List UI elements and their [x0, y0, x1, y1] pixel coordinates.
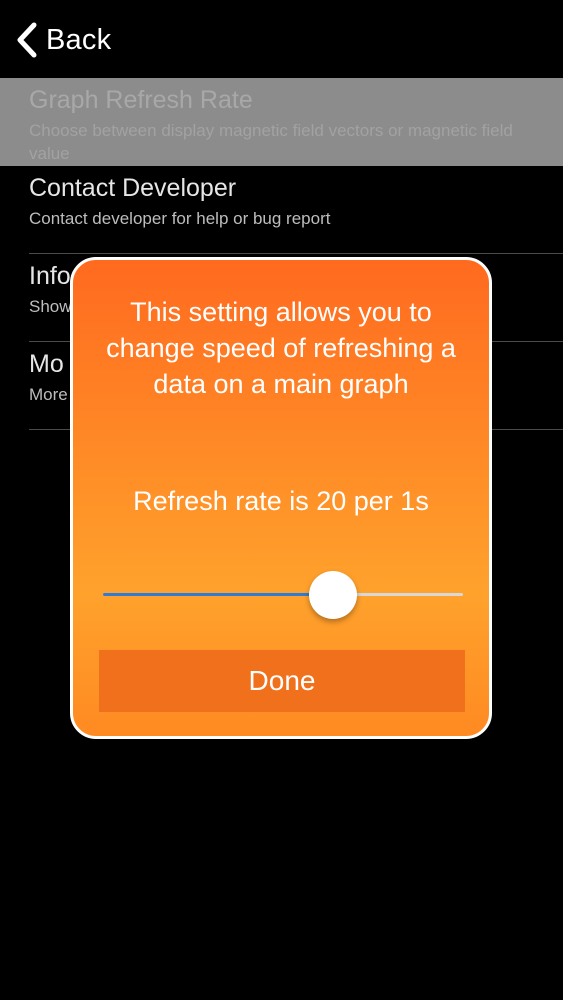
refresh-rate-dialog: This setting allows you to change speed … — [70, 257, 492, 739]
chevron-left-icon — [17, 22, 37, 58]
slider-fill — [103, 593, 333, 596]
settings-item-title: Graph Refresh Rate — [29, 86, 253, 114]
back-label: Back — [46, 23, 112, 56]
done-button[interactable]: Done — [99, 650, 465, 712]
settings-item-title: Contact Developer — [29, 174, 237, 202]
settings-item-subtitle: Choose between display magnetic field ve… — [29, 121, 513, 163]
navigation-bar: Back — [0, 0, 563, 78]
settings-item-title: Mo — [29, 350, 64, 378]
refresh-rate-slider[interactable] — [103, 565, 463, 625]
settings-item-subtitle: Contact developer for help or bug report — [29, 209, 331, 228]
dialog-message: This setting allows you to change speed … — [106, 297, 456, 399]
settings-item-title: Info — [29, 262, 71, 290]
refresh-rate-label: Refresh rate is 20 per 1s — [133, 486, 429, 516]
slider-thumb[interactable] — [309, 571, 357, 619]
settings-item-contact-developer[interactable]: Contact Developer Contact developer for … — [0, 166, 563, 254]
back-button[interactable]: Back — [12, 18, 111, 62]
settings-item-graph-refresh-rate[interactable]: Graph Refresh Rate Choose between displa… — [0, 78, 563, 166]
